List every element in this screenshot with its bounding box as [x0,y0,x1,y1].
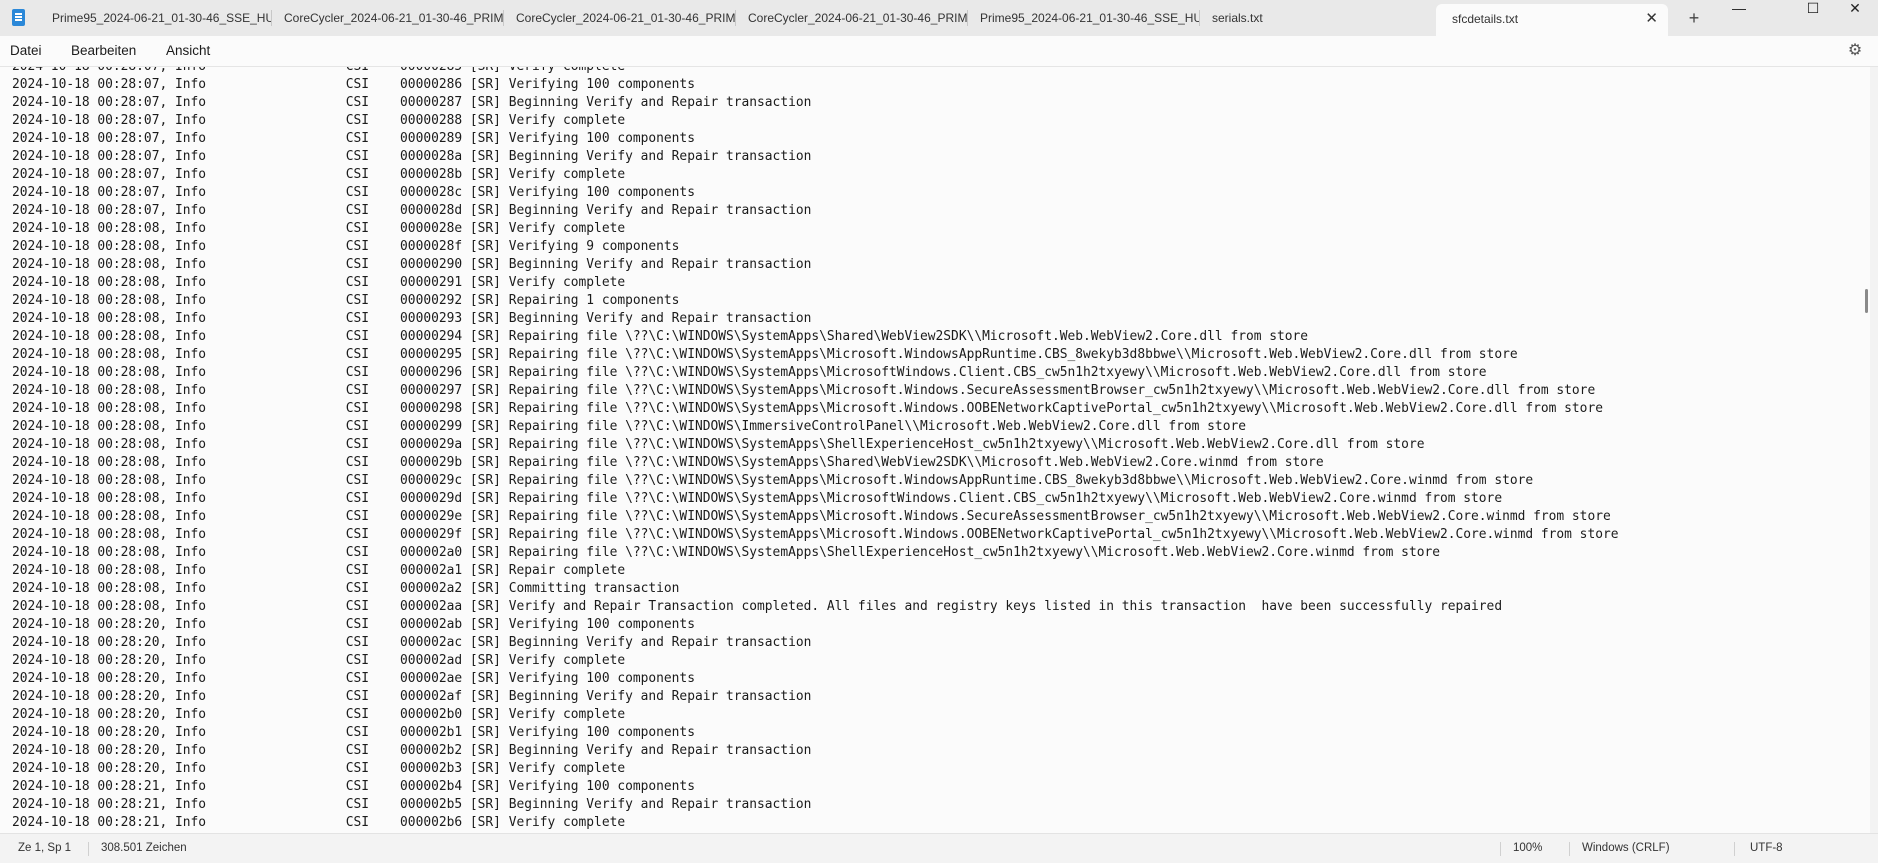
notepad-icon [12,9,25,26]
text-line: 2024-10-18 00:28:08, Info CSI 0000029a [… [12,437,1425,452]
text-line: 2024-10-18 00:28:21, Info CSI 000002b6 [… [12,815,626,830]
tab-corecycler-3[interactable]: CoreCycler_2024-06-21_01-30-46_PRIME95 [748,0,968,36]
text-line: 2024-10-18 00:28:08, Info CSI 00000295 [… [12,347,1518,362]
text-line: 2024-10-18 00:28:08, Info CSI 0000029d [… [12,491,1503,506]
character-count: 308.501 Zeichen [101,842,187,854]
text-line: 2024-10-18 00:28:20, Info CSI 000002ae [… [12,671,695,686]
editor-content: 2024-10-18 00:28:07, Info CSI 00000285 [… [12,67,1619,832]
text-line: 2024-10-18 00:28:07, Info CSI 00000285 [… [12,67,1619,76]
tab-label: Prime95_2024-06-21_01-30-46_SSE_HUGE [52,11,272,25]
tab-label: Prime95_2024-06-21_01-30-46_SSE_HUGE [980,11,1200,25]
text-line: 2024-10-18 00:28:20, Info CSI 000002af [… [12,689,812,704]
text-line: 2024-10-18 00:28:08, Info CSI 00000298 [… [12,401,1603,416]
menu-datei[interactable]: Datei [10,36,42,66]
text-line: 2024-10-18 00:28:21, Info CSI 000002b5 [… [12,797,812,812]
tab-corecycler-1[interactable]: CoreCycler_2024-06-21_01-30-46_PRIME95 [284,0,504,36]
tab-corecycler-2[interactable]: CoreCycler_2024-06-21_01-30-46_PRIME95 [516,0,736,36]
text-line: 2024-10-18 00:28:08, Info CSI 00000291 [… [12,275,626,290]
tab-prime95-sse-huge-2[interactable]: Prime95_2024-06-21_01-30-46_SSE_HUGE [980,0,1200,36]
menu-ansicht[interactable]: Ansicht [166,36,210,66]
status-bar: Ze 1, Sp 1 308.501 Zeichen 100% Windows … [0,833,1878,863]
text-line: 2024-10-18 00:28:08, Info CSI 0000028e [… [12,221,626,236]
tab-label: CoreCycler_2024-06-21_01-30-46_PRIME95 [748,11,968,25]
text-line: 2024-10-18 00:28:08, Info CSI 000002a2 [… [12,581,680,596]
text-line: 2024-10-18 00:28:08, Info CSI 000002aa [… [12,599,1503,614]
text-line: 2024-10-18 00:28:08, Info CSI 00000290 [… [12,257,812,272]
text-editor[interactable]: 2024-10-18 00:28:07, Info CSI 00000285 [… [0,67,1870,833]
encoding[interactable]: UTF-8 [1750,834,1783,863]
text-line: 2024-10-18 00:28:20, Info CSI 000002b3 [… [12,761,626,776]
text-line: 2024-10-18 00:28:07, Info CSI 0000028b [… [12,167,626,182]
text-line: 2024-10-18 00:28:08, Info CSI 00000299 [… [12,419,1246,434]
text-line: 2024-10-18 00:28:08, Info CSI 00000293 [… [12,311,812,326]
menu-bar: Datei Bearbeiten Ansicht ⚙ [0,36,1878,67]
text-line: 2024-10-18 00:28:08, Info CSI 0000029e [… [12,509,1611,524]
text-line: 2024-10-18 00:28:20, Info CSI 000002ac [… [12,635,812,650]
gear-icon[interactable]: ⚙ [1846,42,1864,60]
menu-bearbeiten[interactable]: Bearbeiten [71,36,136,66]
tab-label: CoreCycler_2024-06-21_01-30-46_PRIME95 [284,11,504,25]
text-line: 2024-10-18 00:28:08, Info CSI 0000029c [… [12,473,1534,488]
text-line: 2024-10-18 00:28:08, Info CSI 000002a0 [… [12,545,1440,560]
text-line: 2024-10-18 00:28:07, Info CSI 0000028c [… [12,185,695,200]
text-line: 2024-10-18 00:28:07, Info CSI 00000289 [… [12,131,695,146]
text-line: 2024-10-18 00:28:20, Info CSI 000002ad [… [12,653,626,668]
maximize-button[interactable]: ☐ [1790,0,1836,28]
text-line: 2024-10-18 00:28:08, Info CSI 0000029b [… [12,455,1324,470]
text-line: 2024-10-18 00:28:20, Info CSI 000002b0 [… [12,707,626,722]
text-line: 2024-10-18 00:28:21, Info CSI 000002b4 [… [12,779,695,794]
title-bar: Prime95_2024-06-21_01-30-46_SSE_HUGE Cor… [0,0,1878,36]
tab-prime95-sse-huge-1[interactable]: Prime95_2024-06-21_01-30-46_SSE_HUGE [52,0,272,36]
text-line: 2024-10-18 00:28:20, Info CSI 000002b1 [… [12,725,695,740]
text-line: 2024-10-18 00:28:08, Info CSI 00000294 [… [12,329,1309,344]
text-line: 2024-10-18 00:28:07, Info CSI 0000028a [… [12,149,812,164]
line-ending[interactable]: Windows (CRLF) [1582,834,1670,863]
cursor-position: Ze 1, Sp 1 [18,842,72,854]
text-line: 2024-10-18 00:28:08, Info CSI 00000296 [… [12,365,1487,380]
new-tab-button[interactable]: + [1680,0,1708,36]
text-line: 2024-10-18 00:28:08, Info CSI 0000028f [… [12,239,680,254]
minimize-button[interactable]: — [1716,0,1762,28]
text-line: 2024-10-18 00:28:07, Info CSI 0000028d [… [12,203,812,218]
tab-label: CoreCycler_2024-06-21_01-30-46_PRIME95 [516,11,736,25]
text-line: 2024-10-18 00:28:20, Info CSI 000002ab [… [12,617,695,632]
text-line: 2024-10-18 00:28:08, Info CSI 0000029f [… [12,527,1619,542]
text-line: 2024-10-18 00:28:07, Info CSI 00000288 [… [12,113,626,128]
zoom-level[interactable]: 100% [1513,834,1542,863]
window-close-button[interactable]: ✕ [1832,0,1878,28]
tab-label: sfcdetails.txt [1452,12,1519,26]
text-line: 2024-10-18 00:28:08, Info CSI 00000292 [… [12,293,680,308]
text-line: 2024-10-18 00:28:07, Info CSI 00000286 [… [12,77,695,92]
tab-label: serials.txt [1212,11,1263,25]
vertical-scrollbar[interactable] [1865,289,1868,313]
text-line: 2024-10-18 00:28:07, Info CSI 00000287 [… [12,95,812,110]
text-line: 2024-10-18 00:28:08, Info CSI 00000297 [… [12,383,1596,398]
tab-serials[interactable]: serials.txt [1212,0,1432,36]
text-line: 2024-10-18 00:28:08, Info CSI 000002a1 [… [12,563,626,578]
tab-sfcdetails[interactable]: sfcdetails.txt ✕ [1436,4,1668,36]
close-icon[interactable]: ✕ [1645,4,1658,34]
text-line: 2024-10-18 00:28:20, Info CSI 000002b2 [… [12,743,812,758]
